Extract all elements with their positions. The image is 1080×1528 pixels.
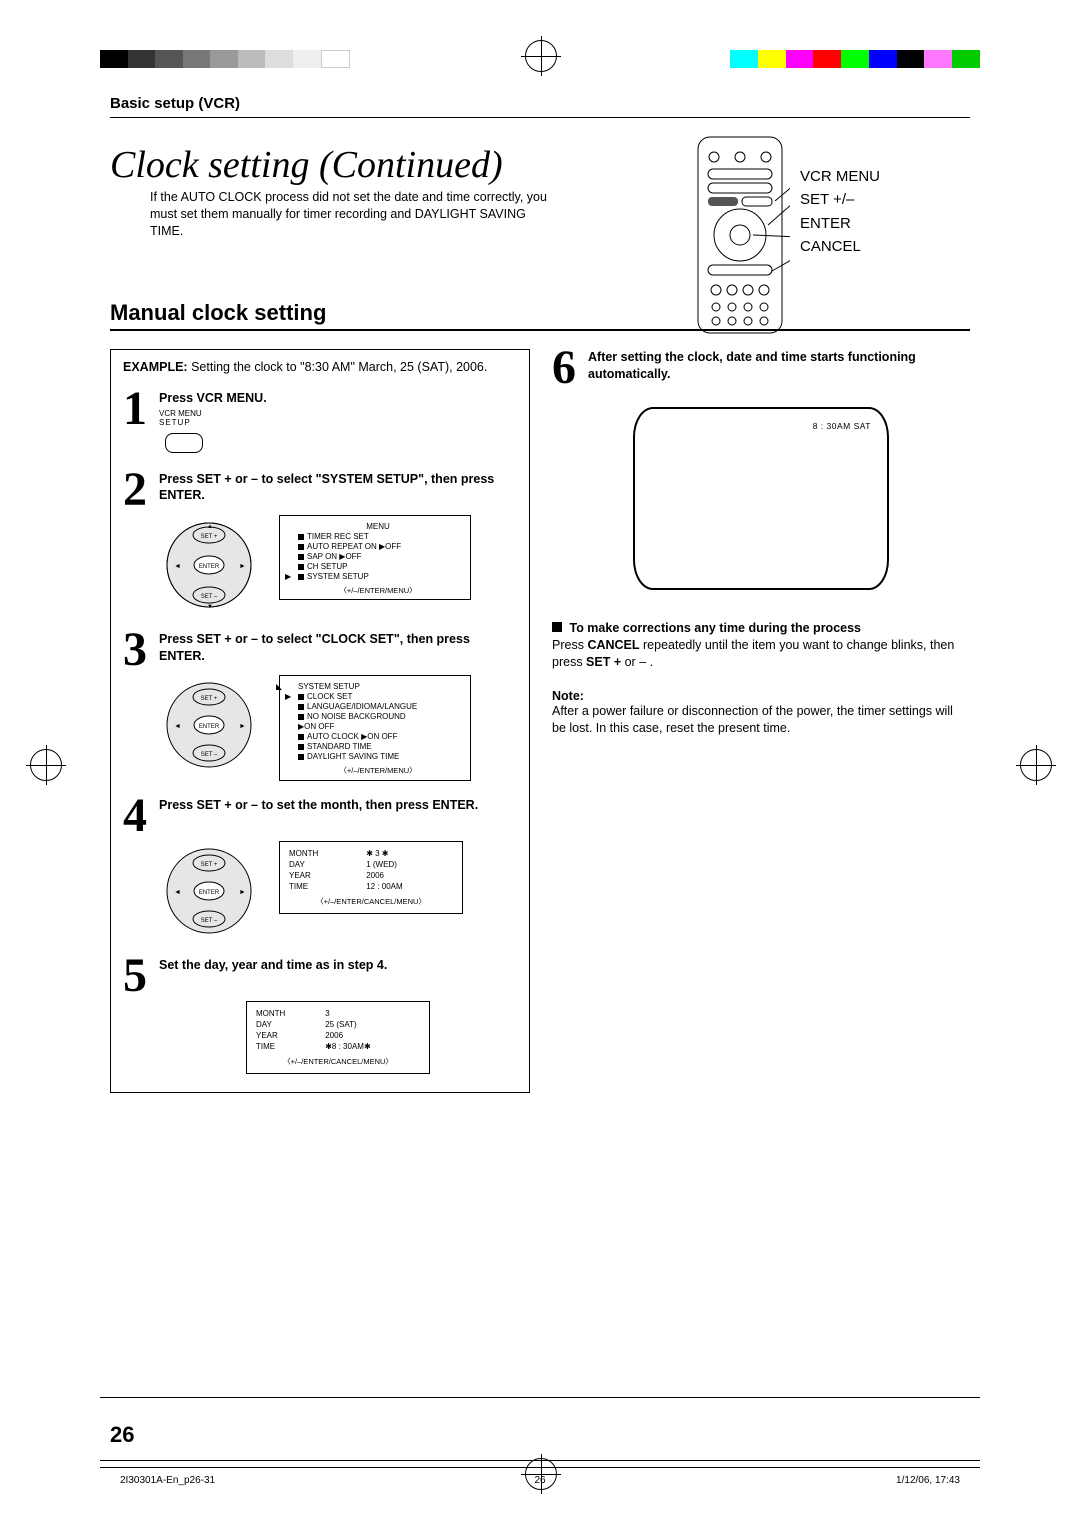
osd-clock-set-screen-final: MONTH3 DAY25 (SAT) YEAR2006 TIME✱8 : 30A…: [246, 1001, 430, 1074]
footer-rule: [100, 1397, 980, 1398]
example-text: Setting the clock to "8:30 AM" March, 25…: [191, 360, 487, 374]
note-body: After a power failure or disconnection o…: [552, 703, 970, 737]
footer-timestamp: 1/12/06, 17:43: [896, 1475, 960, 1486]
registration-mark-icon: [30, 749, 60, 779]
dpad-icon: SET + SET – ENTER ◄ ►: [159, 675, 259, 775]
tv-screen-illustration: 8 : 30AM SAT: [633, 407, 889, 590]
svg-text:◄: ◄: [174, 563, 181, 570]
tv-screen-time: 8 : 30AM SAT: [651, 421, 871, 431]
section-header: Basic setup (VCR): [110, 95, 970, 112]
step-3-text: Press SET + or – to select "CLOCK SET", …: [159, 631, 517, 665]
footer-file-id: 2I30301A-En_p26-31: [120, 1475, 215, 1486]
registration-mark-icon: [525, 40, 555, 70]
svg-text:▼: ▼: [207, 604, 213, 610]
example-label: EXAMPLE:: [123, 360, 188, 374]
vcr-menu-key-label-top: VCR MENU: [159, 409, 267, 418]
intro-paragraph: If the AUTO CLOCK process did not set th…: [150, 189, 550, 240]
step-number-5: 5: [123, 957, 159, 995]
vcr-menu-key-label-bottom: SETUP: [159, 418, 267, 427]
osd-menu-screen: MENU TIMER REC SET AUTO REPEAT ON ▶OFF S…: [279, 515, 471, 600]
osd-system-setup-screen: ◣SYSTEM SETUP ▶CLOCK SET LANGUAGE/IDIOMA…: [279, 675, 471, 780]
footer-page: 26: [534, 1475, 545, 1486]
step-6-text: After setting the clock, date and time s…: [588, 349, 970, 383]
remote-label: ENTER: [800, 212, 880, 235]
svg-text:SET –: SET –: [201, 918, 218, 924]
step-number-6: 6: [552, 349, 588, 387]
svg-text:SET +: SET +: [201, 862, 218, 868]
svg-text:SET +: SET +: [201, 534, 218, 540]
divider: [110, 117, 970, 118]
svg-text:ENTER: ENTER: [199, 724, 220, 730]
corrections-block: To make corrections any time during the …: [552, 620, 970, 671]
step-number-4: 4: [123, 797, 159, 835]
svg-text:▲: ▲: [207, 524, 213, 530]
remote-label: SET +/–: [800, 188, 880, 211]
remote-label: CANCEL: [800, 235, 880, 258]
step-1-text: Press VCR MENU.: [159, 390, 267, 407]
remote-label: VCR MENU: [800, 165, 880, 188]
remote-illustration: VCR MENU SET +/– ENTER CANCEL: [690, 135, 960, 345]
step-4-text: Press SET + or – to set the month, then …: [159, 797, 478, 814]
page-number: 26: [110, 1422, 134, 1448]
step-number-3: 3: [123, 631, 159, 669]
note-heading: Note:: [552, 689, 970, 703]
svg-text:◄: ◄: [174, 889, 181, 896]
osd-clock-set-screen: MONTH✱ 3 ✱ DAY1 (WED) YEAR2006 TIME12 : …: [279, 841, 463, 914]
corrections-heading: To make corrections any time during the …: [569, 621, 861, 635]
svg-text:►: ►: [239, 563, 246, 570]
svg-text:ENTER: ENTER: [199, 564, 220, 570]
step-number-2: 2: [123, 471, 159, 509]
step-number-1: 1: [123, 390, 159, 428]
svg-text:SET +: SET +: [201, 696, 218, 702]
registration-mark-icon: [1020, 749, 1050, 779]
vcr-menu-key-icon: [165, 433, 203, 453]
example-row: EXAMPLE: Setting the clock to "8:30 AM" …: [123, 360, 517, 374]
square-bullet-icon: [552, 622, 562, 632]
svg-text:SET –: SET –: [201, 752, 218, 758]
step-2-text: Press SET + or – to select "SYSTEM SETUP…: [159, 471, 517, 505]
dpad-icon: SET + SET – ENTER ◄ ►: [159, 841, 259, 941]
svg-text:►: ►: [239, 889, 246, 896]
step-5-text: Set the day, year and time as in step 4.: [159, 957, 387, 974]
svg-text:►: ►: [239, 723, 246, 730]
footer-double-rule: [100, 1460, 980, 1468]
svg-text:◄: ◄: [174, 723, 181, 730]
svg-text:ENTER: ENTER: [199, 890, 220, 896]
dpad-icon: SET + SET – ENTER ◄ ► ▲ ▼: [159, 515, 259, 615]
procedure-box: EXAMPLE: Setting the clock to "8:30 AM" …: [110, 349, 530, 1094]
svg-text:SET –: SET –: [201, 594, 218, 600]
